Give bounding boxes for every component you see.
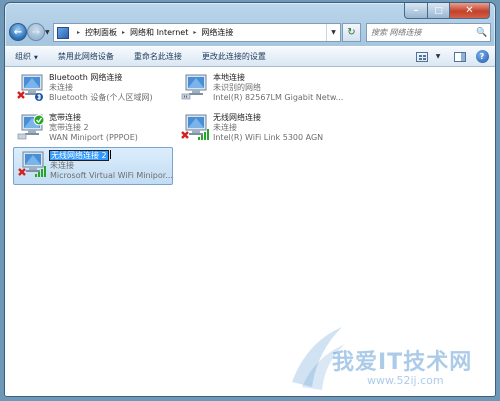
connection-device: WAN Miniport (PPPOE)	[49, 133, 138, 142]
text-cursor	[109, 150, 111, 159]
search-box[interactable]: 🔍	[366, 23, 491, 42]
change-view-button[interactable]	[415, 51, 429, 63]
recent-pages-dropdown-icon[interactable]: ▼	[45, 29, 50, 36]
refresh-button[interactable]: ↻	[342, 23, 361, 42]
connection-name: 本地连接	[213, 73, 245, 82]
watermark-url: www.52ij.com	[367, 374, 444, 387]
breadcrumb-network-connections[interactable]: 网络连接	[201, 27, 233, 38]
connection-status: 未连接	[50, 161, 74, 170]
help-icon: ?	[475, 50, 489, 63]
maximize-button[interactable]: □	[428, 3, 450, 19]
watermark-swoosh-icon	[292, 327, 345, 390]
connection-status: 未识别的网络	[213, 83, 261, 92]
search-icon[interactable]: 🔍	[474, 28, 490, 38]
organize-label: 组织	[15, 52, 31, 61]
connection-name: Bluetooth 网络连接	[49, 73, 123, 82]
connection-name: 宽带连接	[49, 113, 81, 122]
views-icon	[416, 51, 428, 62]
connections-list: Bluetooth 网络连接 未连接 Bluetooth 设备(个人区域网) 本…	[5, 67, 495, 396]
change-settings-button[interactable]: 更改此连接的设置	[192, 51, 276, 62]
minimize-button[interactable]: –	[404, 3, 428, 19]
explorer-window: – □ ✕ ← → ▼ ▸ 控制面板 ▸ 网络和 Internet ▸ 网络连接…	[4, 2, 496, 397]
connection-item-wireless[interactable]: 无线网络连接 未连接 Intel(R) WiFi Link 5300 AGN	[177, 111, 337, 147]
close-button[interactable]: ✕	[450, 3, 490, 19]
network-adapter-icon	[17, 114, 45, 140]
disable-device-button[interactable]: 禁用此网络设备	[48, 51, 124, 62]
preview-pane-button[interactable]	[453, 51, 467, 63]
chevron-down-icon: ▼	[34, 55, 38, 61]
connection-status: 宽带连接 2	[49, 123, 89, 132]
site-watermark: 我爱IT技术网 www.52ij.com	[287, 322, 495, 396]
forward-button[interactable]: →	[27, 23, 45, 41]
preview-pane-icon	[454, 51, 466, 62]
breadcrumb-control-panel[interactable]: 控制面板	[85, 27, 117, 38]
connection-device: Intel(R) 82567LM Gigabit Netw...	[213, 93, 344, 102]
connection-item-wireless-2[interactable]: 无线网络连接 2 未连接 Microsoft Virtual WiFi Mini…	[13, 147, 173, 185]
breadcrumb-separator[interactable]: ▸	[193, 29, 196, 36]
back-button[interactable]: ←	[9, 23, 27, 41]
search-input[interactable]	[367, 24, 474, 41]
rename-field[interactable]: 无线网络连接 2	[49, 150, 109, 161]
connection-status: 未连接	[49, 83, 73, 92]
connection-item-broadband[interactable]: 宽带连接 宽带连接 2 WAN Miniport (PPPOE)	[13, 111, 173, 147]
command-bar: 组织 ▼ 禁用此网络设备 重命名此连接 更改此连接的设置 ▼ ?	[5, 46, 495, 67]
organize-menu[interactable]: 组织 ▼	[5, 51, 48, 62]
network-adapter-icon	[18, 151, 46, 177]
address-bar[interactable]: ▸ 控制面板 ▸ 网络和 Internet ▸ 网络连接 ▼	[53, 23, 341, 42]
connection-device: Intel(R) WiFi Link 5300 AGN	[213, 133, 324, 142]
connection-item-local[interactable]: 本地连接 未识别的网络 Intel(R) 82567LM Gigabit Net…	[177, 71, 343, 107]
connection-device: Microsoft Virtual WiFi Minipor...	[50, 171, 173, 180]
breadcrumb-separator[interactable]: ▸	[122, 29, 125, 36]
help-button[interactable]: ?	[475, 50, 489, 63]
navigation-bar: ← → ▼ ▸ 控制面板 ▸ 网络和 Internet ▸ 网络连接 ▼ ↻ 🔍	[5, 21, 495, 45]
network-adapter-icon	[181, 74, 207, 100]
breadcrumb-network-internet[interactable]: 网络和 Internet	[130, 27, 188, 38]
network-adapter-icon	[181, 114, 209, 140]
watermark-text: 我爱IT技术网	[332, 350, 473, 375]
caption-buttons: – □ ✕	[404, 3, 490, 19]
rename-connection-button[interactable]: 重命名此连接	[124, 51, 192, 62]
breadcrumb-separator[interactable]: ▸	[77, 29, 80, 36]
network-adapter-icon	[17, 74, 43, 101]
connection-name: 无线网络连接	[213, 113, 261, 122]
view-options-dropdown-icon[interactable]: ▼	[431, 51, 445, 63]
connection-status: 未连接	[213, 123, 237, 132]
address-dropdown-icon[interactable]: ▼	[326, 24, 340, 41]
connection-item-bluetooth[interactable]: Bluetooth 网络连接 未连接 Bluetooth 设备(个人区域网)	[13, 71, 173, 107]
connection-device: Bluetooth 设备(个人区域网)	[49, 93, 153, 102]
view-controls: ▼ ?	[407, 50, 495, 63]
control-panel-icon	[57, 26, 69, 39]
